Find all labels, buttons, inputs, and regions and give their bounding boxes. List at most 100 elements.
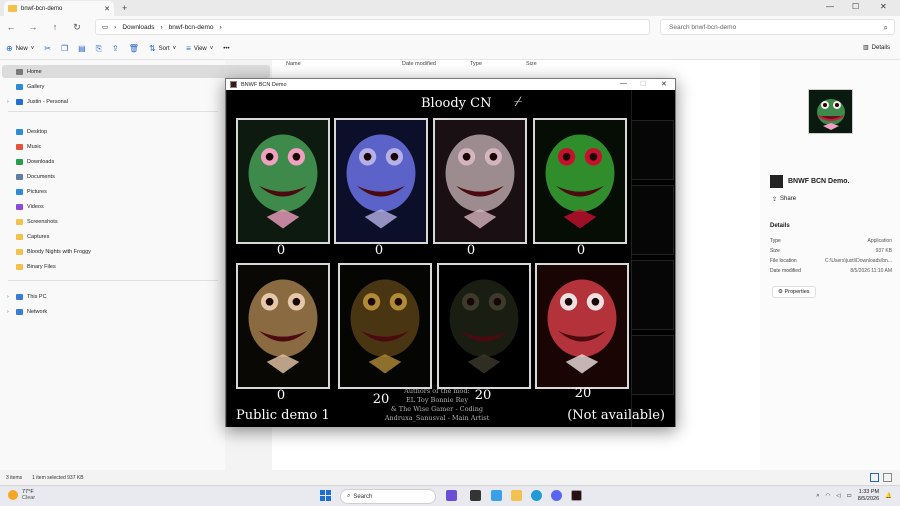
file-title-text: BNWF BCN Demo. — [788, 178, 850, 185]
chevron-right-icon[interactable]: › — [7, 309, 9, 315]
column-type[interactable]: Type — [470, 61, 482, 67]
taskbar: 77°F Clear ⌕ Search ˄ ◠ ◁ ▭ 1:33 PM 8/5/… — [0, 485, 900, 506]
sidebar-item-label: Binary Files — [27, 263, 56, 270]
download-icon — [16, 158, 23, 165]
animatronic-card-shadow-creature[interactable] — [437, 263, 531, 389]
forward-icon[interactable]: → — [22, 22, 44, 32]
discord-icon[interactable] — [551, 490, 562, 501]
start-icon[interactable] — [320, 490, 331, 501]
details-share-button[interactable]: ⇪ Share — [772, 196, 796, 203]
animatronic-card-green-crocodile[interactable] — [533, 118, 627, 244]
maximize-icon[interactable]: ☐ — [852, 2, 859, 11]
share-button[interactable]: ⇪ — [112, 44, 119, 53]
close-tab-icon[interactable]: ✕ — [104, 5, 110, 13]
animatronic-card-white-bear[interactable] — [433, 118, 527, 244]
game-close-icon[interactable]: ✕ — [661, 80, 667, 88]
flashlight-icon[interactable]: ⌿ — [514, 94, 522, 110]
status-bar: 3 items 1 item selected 937 KB — [0, 470, 900, 485]
breadcrumb-downloads[interactable]: Downloads — [122, 24, 154, 31]
back-icon[interactable]: ← — [0, 22, 22, 32]
chevron-right-icon: › — [160, 23, 163, 31]
details-view-icon[interactable] — [870, 473, 879, 482]
volume-icon[interactable]: ◁ — [836, 493, 840, 499]
animatronic-card-dark-frog[interactable] — [338, 263, 432, 389]
game-window[interactable]: BNWF BCN Demo — ☐ ✕ Bloody CN ⌿ Authors … — [225, 78, 676, 427]
detail-value: Application — [867, 238, 892, 244]
sidebar-item-label: Captures — [27, 233, 50, 240]
animatronic-portrait — [336, 120, 426, 242]
weather-widget[interactable]: 77°F Clear — [8, 489, 35, 501]
empty-slot — [631, 120, 674, 180]
taskbar-search[interactable]: ⌕ Search — [340, 489, 436, 504]
view-button[interactable]: ≡ View ˅ — [186, 44, 213, 53]
new-label: New — [15, 45, 28, 52]
copilot-icon[interactable] — [446, 490, 457, 501]
app-cube-icon[interactable] — [470, 490, 481, 501]
minimize-icon[interactable]: — — [826, 2, 834, 11]
close-icon[interactable]: ✕ — [880, 2, 887, 11]
folder-icon — [16, 218, 23, 225]
detail-key: Type — [770, 238, 781, 244]
chevron-right-icon[interactable]: › — [7, 294, 9, 300]
sidebar-item-label: Music — [27, 143, 42, 150]
details-toggle-button[interactable]: ▥ Details — [862, 44, 890, 52]
scissors-icon: ✂ — [44, 44, 51, 53]
game-taskbar-icon[interactable] — [571, 490, 582, 501]
breadcrumb-current[interactable]: bnwf-bcn-demo — [169, 24, 214, 31]
more-button[interactable]: ••• — [223, 46, 229, 52]
column-date-modified[interactable]: Date modified — [402, 61, 436, 67]
music-icon — [16, 143, 23, 150]
view-label: View — [193, 45, 207, 52]
new-button[interactable]: ⊕ New ˅ — [6, 44, 34, 53]
folder-icon — [16, 263, 23, 270]
animatronic-card-blue-cat[interactable] — [334, 118, 428, 244]
notification-bell-icon[interactable]: 🔔 — [885, 493, 892, 499]
night-counter: 0 — [276, 243, 286, 258]
details-pane-icon: ▥ — [862, 45, 869, 51]
gallery-icon — [16, 83, 23, 90]
sort-icon: ⇅ — [148, 44, 156, 53]
clock[interactable]: 1:33 PM 8/5/2026 — [858, 489, 879, 503]
copy-button[interactable]: ❐ — [61, 44, 68, 53]
view-toggle — [870, 473, 892, 482]
address-bar[interactable]: ▭ › Downloads › bnwf-bcn-demo › — [95, 19, 650, 35]
chevron-up-icon[interactable]: ˄ — [816, 493, 819, 499]
night-counter: 0 — [576, 243, 586, 258]
trash-icon: 🗑 — [128, 44, 139, 53]
up-icon[interactable]: ↑ — [44, 22, 66, 32]
column-name[interactable]: Name — [286, 61, 301, 67]
store-icon[interactable] — [491, 490, 502, 501]
file-thumbnail — [808, 89, 853, 134]
animatronic-card-curly-doll[interactable] — [236, 263, 330, 389]
tab-bnwf-bcn-demo[interactable]: bnwf-bcn-demo ✕ — [4, 1, 114, 16]
wrench-icon: ⚙ — [778, 289, 783, 295]
cut-button[interactable]: ✂ — [44, 44, 51, 53]
refresh-icon[interactable]: ↻ — [66, 22, 88, 33]
animatronic-card-clown-king[interactable] — [535, 263, 629, 389]
edge-icon[interactable] — [531, 490, 542, 501]
search-input[interactable]: Search bnwf-bcn-demo ⌕ — [660, 19, 895, 35]
file-explorer-icon[interactable] — [511, 490, 522, 501]
home-icon — [16, 68, 23, 75]
new-tab-button[interactable]: + — [122, 3, 127, 13]
sidebar-item-label: Network — [27, 308, 48, 315]
game-minimize-icon[interactable]: — — [620, 80, 627, 87]
game-titlebar[interactable]: BNWF BCN Demo — ☐ ✕ — [226, 79, 675, 90]
delete-button[interactable]: 🗑 — [129, 44, 139, 53]
tiles-view-icon[interactable] — [883, 473, 892, 482]
wifi-icon[interactable]: ◠ — [825, 493, 830, 499]
game-stage[interactable]: Bloody CN ⌿ Authors of the mod: EL Toy B… — [226, 90, 675, 427]
chevron-right-icon[interactable]: › — [7, 99, 9, 105]
rename-button[interactable]: ⎘ — [96, 44, 102, 54]
sort-button[interactable]: ⇅ Sort ˅ — [149, 44, 176, 53]
sidebar-item[interactable]: Home — [2, 65, 270, 78]
column-size[interactable]: Size — [526, 61, 537, 67]
properties-button[interactable]: ⚙ Properties — [772, 286, 816, 298]
animatronic-card-green-frog[interactable] — [236, 118, 330, 244]
system-tray: ˄ ◠ ◁ ▭ 1:33 PM 8/5/2026 🔔 — [816, 489, 892, 503]
detail-row-date: Date modified 8/5/2026 11:10 AM — [770, 268, 892, 274]
clock-date: 8/5/2026 — [857, 496, 880, 502]
clock-time: 1:33 PM — [858, 489, 880, 495]
battery-icon[interactable]: ▭ — [847, 493, 852, 499]
paste-button[interactable]: ▤ — [78, 44, 86, 53]
